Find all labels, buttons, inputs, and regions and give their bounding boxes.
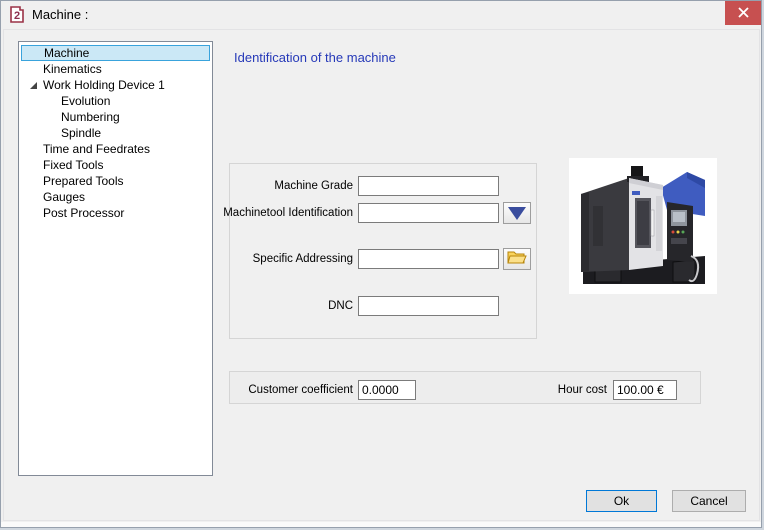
tree-item-work-holding-device-1[interactable]: Work Holding Device 1 <box>21 77 210 93</box>
tree-item-label: Work Holding Device 1 <box>43 78 165 92</box>
hour-cost-label: Hour cost <box>557 384 607 396</box>
tree-item-prepared-tools[interactable]: Prepared Tools <box>21 173 210 189</box>
dnc-input[interactable] <box>358 296 499 316</box>
svg-text:2: 2 <box>14 10 20 22</box>
machine-grade-label: Machine Grade <box>274 180 353 192</box>
dnc-label: DNC <box>328 300 353 312</box>
tree-item-evolution[interactable]: Evolution <box>21 93 210 109</box>
machinetool-identification-label: Machinetool Identification <box>223 207 353 219</box>
down-triangle-icon <box>508 206 526 220</box>
tree-item-kinematics[interactable]: Kinematics <box>21 61 210 77</box>
expanded-triangle-icon[interactable] <box>30 82 37 89</box>
window-title: Machine : <box>32 7 89 22</box>
tree-item-label: Prepared Tools <box>43 174 124 188</box>
customer-coefficient-label: Customer coefficient <box>248 384 353 396</box>
customer-coefficient-input[interactable] <box>358 380 416 400</box>
open-folder-icon <box>506 249 528 269</box>
tree-item-label: Evolution <box>61 94 111 108</box>
settings-tree[interactable]: Machine Kinematics Work Holding Device 1… <box>18 41 213 476</box>
machinetool-identification-dropdown-button[interactable] <box>503 202 531 224</box>
x-icon <box>737 6 749 21</box>
specific-addressing-browse-button[interactable] <box>503 248 531 270</box>
tree-item-label: Fixed Tools <box>43 158 104 172</box>
machine-dialog: 2 Machine : Machine Kinematics Work Hold… <box>0 0 762 528</box>
specific-addressing-input[interactable] <box>358 249 499 269</box>
tree-item-label: Post Processor <box>43 206 125 220</box>
tree-item-fixed-tools[interactable]: Fixed Tools <box>21 157 210 173</box>
bottom-edge-strip <box>1 522 761 527</box>
tree-item-label: Numbering <box>61 110 120 124</box>
app-icon: 2 <box>8 6 26 24</box>
tree-item-numbering[interactable]: Numbering <box>21 109 210 125</box>
tree-item-machine[interactable]: Machine <box>21 45 210 61</box>
hour-cost-input[interactable] <box>613 380 677 400</box>
tree-item-gauges[interactable]: Gauges <box>21 189 210 205</box>
machinetool-identification-input[interactable] <box>358 203 499 223</box>
tree-item-label: Gauges <box>43 190 86 204</box>
tree-item-label: Kinematics <box>43 62 102 76</box>
page-title: Identification of the machine <box>234 50 396 65</box>
tree-item-time-and-feedrates[interactable]: Time and Feedrates <box>21 141 210 157</box>
tree-item-label: Machine <box>44 46 90 60</box>
machine-grade-input[interactable] <box>358 176 499 196</box>
tree-item-post-processor[interactable]: Post Processor <box>21 205 210 221</box>
machine-photo <box>569 158 717 294</box>
close-button[interactable] <box>725 1 761 25</box>
tree-item-label: Time and Feedrates <box>43 142 150 156</box>
specific-addressing-label: Specific Addressing <box>252 253 353 265</box>
ok-button[interactable]: Ok <box>586 490 657 512</box>
title-bar[interactable]: 2 Machine : <box>1 1 761 29</box>
tree-item-label: Spindle <box>61 126 102 140</box>
cancel-button[interactable]: Cancel <box>672 490 746 512</box>
tree-item-spindle[interactable]: Spindle <box>21 125 210 141</box>
